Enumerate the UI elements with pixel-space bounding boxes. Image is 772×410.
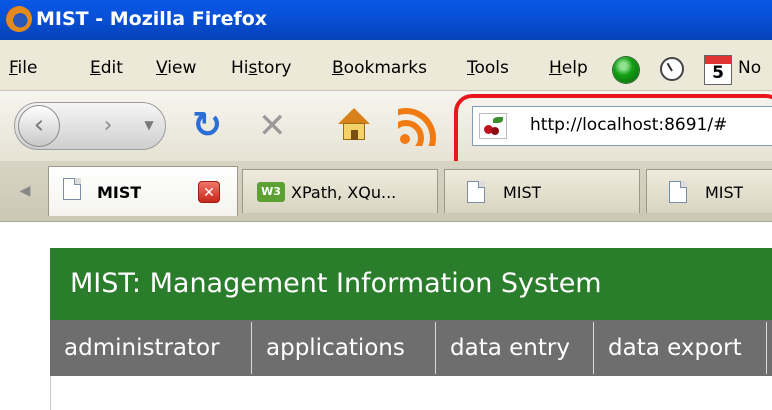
menu-accel-key: E — [90, 58, 101, 78]
menu-label: iew — [167, 58, 197, 78]
menu-accel-key: V — [156, 58, 168, 78]
menu-view[interactable]: View — [156, 58, 196, 78]
menu-accel-key: F — [9, 58, 18, 78]
stop-icon: ✕ — [258, 106, 287, 146]
menu-truncated-item[interactable]: No — [738, 58, 761, 78]
nav-divider — [593, 322, 594, 374]
menu-help[interactable]: Help — [549, 58, 588, 78]
rss-feed-button[interactable] — [398, 106, 438, 146]
forward-button[interactable]: › — [88, 109, 128, 143]
page-icon — [669, 181, 687, 203]
content-area — [50, 376, 772, 410]
nav-item-data-entry[interactable]: data entry — [450, 322, 570, 374]
menu-edit[interactable]: Edit — [90, 58, 123, 78]
tab-mist-3[interactable]: MIST — [646, 169, 772, 213]
menu-history[interactable]: History — [231, 58, 292, 78]
nav-item-administrator[interactable]: administrator — [64, 322, 220, 374]
tab-label: MIST — [503, 183, 542, 202]
tab-label: XPath, XQu... — [291, 183, 397, 202]
close-icon: ✕ — [203, 185, 215, 201]
menu-accel-key: B — [332, 58, 344, 78]
menu-tools[interactable]: Tools — [467, 58, 509, 78]
menu-file[interactable]: File — [9, 58, 37, 78]
rss-icon — [400, 134, 410, 144]
chevron-right-icon: › — [103, 113, 113, 138]
menu-accel-key: H — [549, 58, 562, 78]
nav-divider — [435, 322, 436, 374]
home-button[interactable] — [336, 108, 372, 144]
menu-bookmarks[interactable]: Bookmarks — [332, 58, 427, 78]
menu-label: ookmarks — [343, 58, 427, 78]
app-title: MIST: Management Information System — [70, 268, 602, 299]
menu-label: ools — [474, 58, 509, 78]
history-dropdown-button[interactable]: ▼ — [140, 110, 158, 140]
nav-item-applications[interactable]: applications — [266, 322, 405, 374]
status-green-icon[interactable] — [613, 57, 639, 83]
menu-label: Hi — [231, 58, 249, 78]
home-icon-door — [351, 130, 358, 140]
firefox-logo-icon — [6, 6, 32, 32]
clock-icon[interactable] — [660, 57, 684, 81]
window-title: MIST - Mozilla Firefox — [36, 8, 268, 30]
chevron-down-icon: ▼ — [144, 118, 154, 132]
calendar-icon[interactable]: 5 — [704, 55, 732, 85]
menu-label: dit — [100, 58, 123, 78]
reload-icon: ↻ — [192, 105, 223, 146]
chevron-left-icon: ‹ — [33, 110, 45, 140]
page-icon — [63, 178, 81, 200]
w3c-icon: W3 — [257, 182, 285, 202]
reload-button[interactable]: ↻ — [192, 104, 222, 148]
window-title-bar[interactable]: MIST - Mozilla Firefox — [0, 0, 772, 40]
tab-mist-2[interactable]: MIST — [444, 169, 640, 213]
nav-divider — [251, 322, 252, 374]
menu-accel-key: T — [467, 58, 475, 78]
tab-label: MIST — [705, 183, 744, 202]
nav-divider — [766, 322, 767, 374]
stop-button[interactable]: ✕ — [258, 104, 287, 148]
home-icon — [338, 108, 370, 124]
nav-item-data-export[interactable]: data export — [608, 322, 742, 374]
tab-close-button[interactable]: ✕ — [198, 181, 220, 203]
page-icon — [467, 181, 485, 203]
tab-xpath[interactable]: W3 XPath, XQu... — [242, 169, 438, 213]
back-button[interactable]: ‹ — [18, 105, 60, 147]
chevron-left-icon: ◀ — [19, 183, 31, 199]
calendar-day: 5 — [712, 63, 724, 83]
tab-label: MIST — [97, 183, 142, 202]
tab-scroll-left-button[interactable]: ◀ — [12, 176, 38, 206]
menu-label: tory — [257, 58, 292, 78]
menu-label: elp — [561, 58, 588, 78]
menu-label: ile — [17, 58, 38, 78]
